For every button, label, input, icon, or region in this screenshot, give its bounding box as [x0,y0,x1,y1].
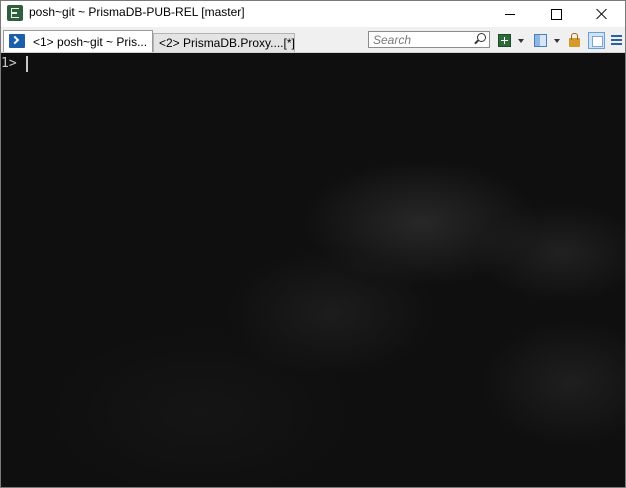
menu-icon[interactable] [611,35,622,45]
app-icon[interactable] [7,5,23,21]
tab-bar: <1> posh~git ~ Pris... <2> PrismaDB.Prox… [1,27,625,53]
tab-console-2[interactable]: <2> PrismaDB.Proxy....[*] [153,33,295,52]
split-view-icon[interactable] [534,34,547,47]
panel-icon[interactable] [588,32,605,49]
tab-console-1[interactable]: <1> posh~git ~ Pris... [3,30,153,52]
close-icon [596,8,608,20]
chevron-down-icon[interactable] [518,39,524,43]
search-icon[interactable] [477,33,486,42]
maximize-icon [550,8,562,20]
tab-label: <1> posh~git ~ Pris... [33,35,148,49]
title-bar[interactable]: posh~git ~ PrismaDB-PUB-REL [master] [1,1,625,27]
chevron-down-icon[interactable] [554,39,560,43]
close-button[interactable] [579,1,625,27]
window-title: posh~git ~ PrismaDB-PUB-REL [master] [29,5,245,19]
console-area[interactable]: 1> [1,53,625,487]
text-cursor [26,56,28,72]
conemu-window: posh~git ~ PrismaDB-PUB-REL [master] <1>… [0,0,626,488]
search-input[interactable]: Search [368,31,490,48]
powershell-icon [9,34,25,48]
console-prompt: 1> [1,56,17,71]
lock-icon[interactable] [569,33,580,47]
minimize-button[interactable] [487,1,533,27]
new-console-icon[interactable] [498,34,511,47]
minimize-icon [505,13,515,15]
maximize-button[interactable] [533,1,579,27]
tab-label: <2> PrismaDB.Proxy....[*] [159,36,295,50]
search-placeholder: Search [373,33,412,47]
